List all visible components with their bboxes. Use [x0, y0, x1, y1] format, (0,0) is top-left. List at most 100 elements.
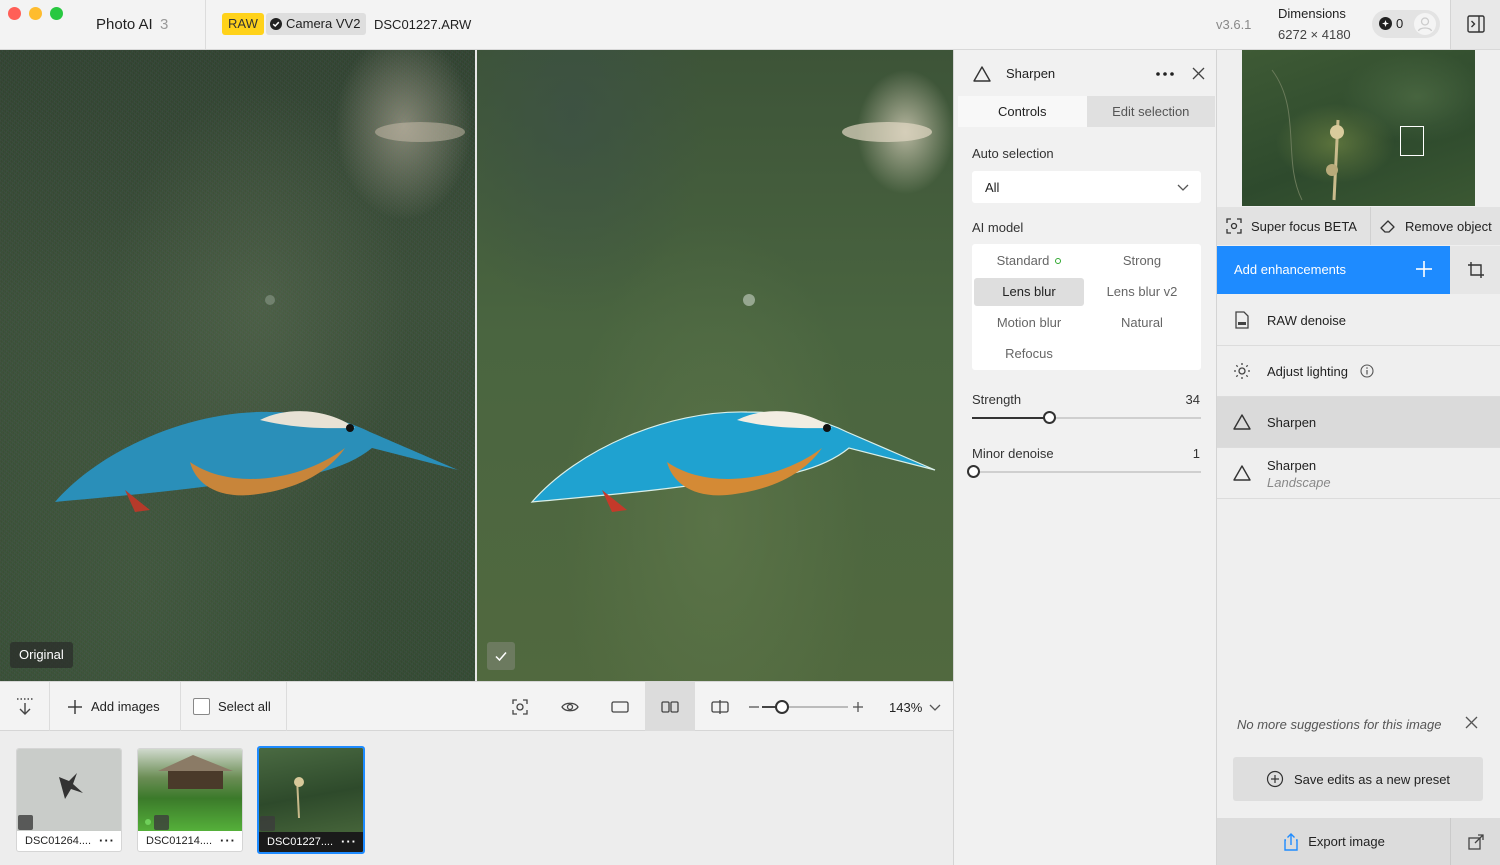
select-all-label: Select all: [218, 699, 271, 714]
single-view-button[interactable]: [595, 682, 645, 731]
sharpen-title: Sharpen: [1006, 66, 1056, 81]
zoom-level[interactable]: 143%: [889, 700, 922, 715]
navigator-viewport-frame[interactable]: [1400, 126, 1424, 156]
model-option-natural[interactable]: Natural: [1087, 309, 1197, 337]
kingfisher-enhanced-image: [530, 122, 936, 512]
side-by-side-icon: [661, 700, 679, 713]
preview-toggle-button[interactable]: [545, 682, 595, 731]
sidebar-toggle-icon: [1467, 15, 1485, 33]
more-options-icon[interactable]: ···: [341, 834, 357, 849]
dimensions-label: Dimensions: [1278, 6, 1346, 21]
strength-slider-handle[interactable]: [1042, 411, 1056, 424]
more-options-icon[interactable]: ···: [99, 833, 115, 848]
enhanced-image-pane[interactable]: [477, 50, 953, 681]
raw-file-icon: [154, 815, 169, 830]
strength-value: 34: [1185, 392, 1200, 407]
checkbox-box[interactable]: [193, 698, 210, 715]
sharpen-triangle-icon: [1233, 414, 1251, 430]
check-circle-icon: [270, 18, 282, 30]
remove-object-label: Remove object: [1405, 218, 1492, 234]
sharpen-triangle-icon: [1233, 465, 1251, 481]
app-title: Photo AI: [96, 16, 153, 33]
maximize-window-button[interactable]: [50, 7, 63, 20]
more-options-icon[interactable]: ···: [220, 833, 236, 848]
view-toolbar: Add images Select all 143%: [0, 681, 953, 731]
side-by-side-view-button[interactable]: [645, 682, 695, 731]
model-option-motion-blur[interactable]: Motion blur: [974, 309, 1084, 337]
select-all-checkbox[interactable]: Select all: [181, 682, 287, 731]
chevron-down-icon: [1177, 184, 1189, 191]
credits-pill[interactable]: 0: [1372, 10, 1440, 38]
save-preset-button[interactable]: Save edits as a new preset: [1233, 757, 1483, 801]
image-viewer[interactable]: Original: [0, 50, 953, 681]
add-images-button[interactable]: Add images: [50, 682, 181, 731]
add-images-label: Add images: [91, 699, 160, 714]
minor-denoise-label: Minor denoise: [972, 446, 1054, 461]
enhancement-label: RAW denoise: [1267, 313, 1346, 328]
chevron-down-icon[interactable]: [929, 702, 941, 712]
enhancement-adjust-lighting[interactable]: Adjust lighting: [1217, 346, 1500, 397]
minimize-window-button[interactable]: [29, 7, 42, 20]
enhancement-label: Sharpen: [1267, 415, 1317, 430]
camera-badge-label: Camera VV2: [286, 16, 361, 31]
strength-label: Strength: [972, 392, 1022, 407]
avatar[interactable]: [1414, 13, 1436, 35]
raw-file-icon: [260, 816, 275, 831]
add-enhancements-button[interactable]: Add enhancements: [1217, 246, 1450, 294]
kingfisher-original-image: [55, 122, 465, 512]
title-bar: Photo AI 3 RAW Camera VV2 DSC01227.ARW v…: [0, 0, 1500, 50]
auto-selection-label: Auto selection: [972, 146, 1054, 161]
single-view-icon: [611, 700, 629, 713]
thumb-filename: DSC01227....: [267, 836, 334, 848]
enhancement-sharpen[interactable]: Sharpen: [1217, 397, 1500, 448]
more-options-icon[interactable]: [1155, 71, 1175, 77]
auto-selection-dropdown[interactable]: All: [972, 171, 1201, 203]
crop-button[interactable]: [1450, 246, 1500, 294]
model-option-lens-blur-v2[interactable]: Lens blur v2: [1087, 278, 1197, 306]
focus-camera-icon: [512, 698, 528, 715]
original-image-pane[interactable]: Original: [0, 50, 475, 681]
info-icon[interactable]: [1360, 364, 1374, 378]
filmstrip-thumb[interactable]: DSC01264.... ···: [16, 748, 122, 852]
save-preset-label: Save edits as a new preset: [1293, 771, 1451, 787]
image-count: 3: [160, 16, 169, 33]
zoom-slider-handle[interactable]: [774, 700, 789, 714]
app-version: v3.6.1: [1216, 17, 1252, 32]
export-image-label: Export image: [1308, 834, 1385, 849]
import-button[interactable]: [0, 682, 50, 731]
remove-object-button[interactable]: Remove object: [1371, 207, 1500, 245]
tab-edit-selection[interactable]: Edit selection: [1086, 96, 1215, 127]
export-image-button[interactable]: Export image: [1217, 818, 1450, 865]
model-option-standard[interactable]: Standard: [974, 247, 1084, 275]
zoom-in-icon[interactable]: [852, 700, 864, 714]
tab-controls[interactable]: Controls: [958, 96, 1087, 127]
export-settings-button[interactable]: [1451, 818, 1500, 865]
close-icon[interactable]: [1192, 67, 1205, 80]
close-window-button[interactable]: [8, 7, 21, 20]
plus-icon: [68, 699, 82, 714]
model-option-strong[interactable]: Strong: [1087, 247, 1197, 275]
model-option-lens-blur[interactable]: Lens blur: [974, 278, 1084, 306]
minor-denoise-value: 1: [1192, 446, 1200, 461]
eraser-icon: [1380, 220, 1395, 233]
minor-denoise-slider-handle[interactable]: [967, 465, 981, 478]
enhancement-sharpen-landscape[interactable]: Sharpen Landscape: [1217, 448, 1500, 499]
zoom-out-icon[interactable]: [748, 700, 760, 714]
super-focus-button[interactable]: Super focus BETA: [1217, 207, 1371, 245]
filmstrip-thumb-active[interactable]: DSC01227.... ···: [257, 746, 365, 854]
enhancement-raw-denoise[interactable]: RAW denoise: [1217, 295, 1500, 346]
raw-file-icon: [1235, 311, 1249, 329]
auto-selection-value: All: [985, 180, 1000, 195]
screenshot-button[interactable]: [495, 682, 545, 731]
filmstrip-thumb[interactable]: DSC01214.... ···: [137, 748, 243, 852]
camera-badge: Camera VV2: [266, 13, 367, 35]
split-view-button[interactable]: [695, 682, 745, 731]
compare-check-button[interactable]: [487, 642, 515, 670]
minor-denoise-slider[interactable]: [972, 471, 1201, 473]
close-icon[interactable]: [1465, 716, 1478, 729]
toggle-panel-button[interactable]: [1450, 0, 1500, 49]
model-option-refocus[interactable]: Refocus: [974, 340, 1084, 368]
navigator-preview[interactable]: [1242, 50, 1475, 206]
super-focus-label: Super focus BETA: [1251, 218, 1357, 234]
enhancement-label: Adjust lighting: [1267, 364, 1348, 379]
